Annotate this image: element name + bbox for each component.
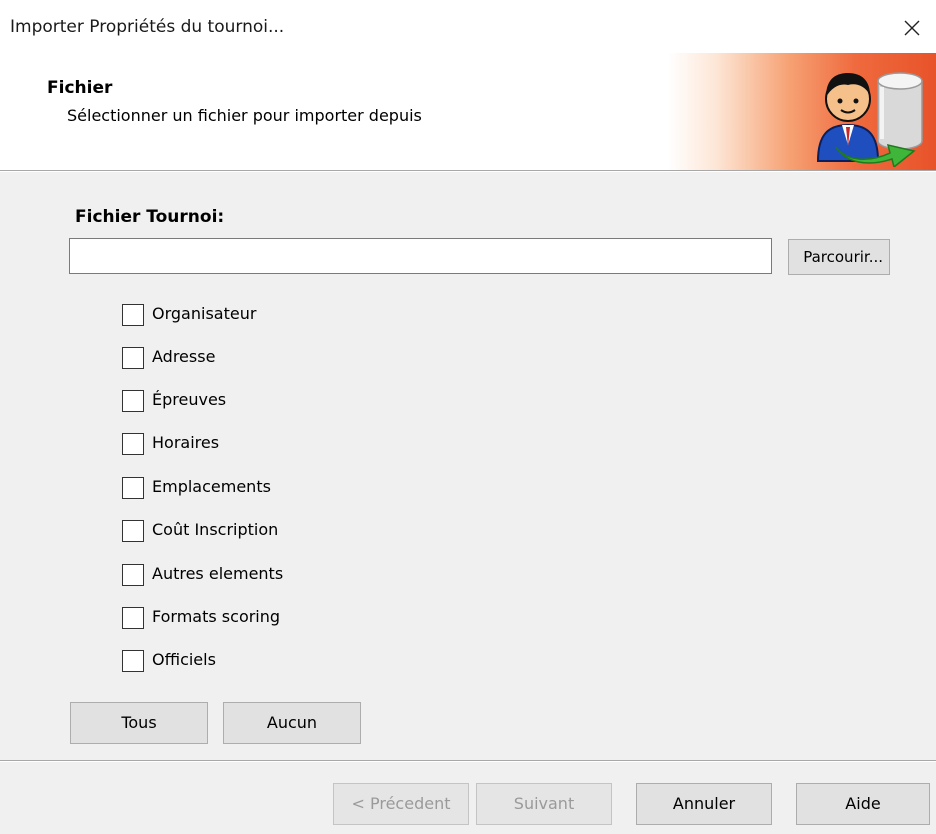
checkbox-label: Coût Inscription [152, 520, 279, 539]
checkbox-box[interactable] [122, 564, 144, 586]
checkbox-label: Officiels [152, 650, 216, 669]
file-path-input[interactable] [69, 238, 772, 274]
header-subtitle: Sélectionner un fichier pour importer de… [67, 106, 422, 125]
checkbox-box[interactable] [122, 433, 144, 455]
checkbox-box[interactable] [122, 304, 144, 326]
browse-button[interactable]: Parcourir... [788, 239, 890, 275]
checkbox-label: Horaires [152, 433, 220, 452]
checkbox-label: Formats scoring [152, 607, 281, 626]
close-icon [904, 20, 920, 36]
file-label: Fichier Tournoi: [75, 207, 225, 227]
checkbox-box[interactable] [122, 390, 144, 412]
user-database-import-icon [816, 72, 923, 167]
checkbox-label: Emplacements [152, 477, 271, 496]
checkbox-label: Adresse [152, 347, 216, 366]
header-divider-highlight [0, 171, 936, 172]
checkbox-label: Épreuves [152, 390, 227, 409]
checkbox-label: Organisateur [152, 304, 257, 323]
import-dialog: Importer Propriétés du tournoi... Fichie… [0, 0, 936, 834]
cancel-button[interactable]: Annuler [636, 783, 772, 825]
checkbox-box[interactable] [122, 650, 144, 672]
header-title: Fichier [47, 78, 113, 98]
help-button[interactable]: Aide [796, 783, 930, 825]
select-all-button[interactable]: Tous [70, 702, 208, 744]
next-button[interactable]: Suivant [476, 783, 612, 825]
checkbox-box[interactable] [122, 347, 144, 369]
checkbox-label: Autres elements [152, 564, 284, 583]
checkbox-box[interactable] [122, 477, 144, 499]
checkbox-box[interactable] [122, 520, 144, 542]
close-button[interactable] [896, 12, 928, 44]
select-none-button[interactable]: Aucun [223, 702, 361, 744]
window-title: Importer Propriétés du tournoi... [10, 17, 285, 37]
checkbox-box[interactable] [122, 607, 144, 629]
title-bar: Importer Propriétés du tournoi... [0, 0, 936, 53]
footer-divider-highlight [0, 761, 936, 762]
browse-button-label: Parcourir... [803, 248, 883, 266]
wizard-header: Fichier Sélectionner un fichier pour imp… [0, 53, 936, 170]
previous-button[interactable]: < Précedent [333, 783, 469, 825]
